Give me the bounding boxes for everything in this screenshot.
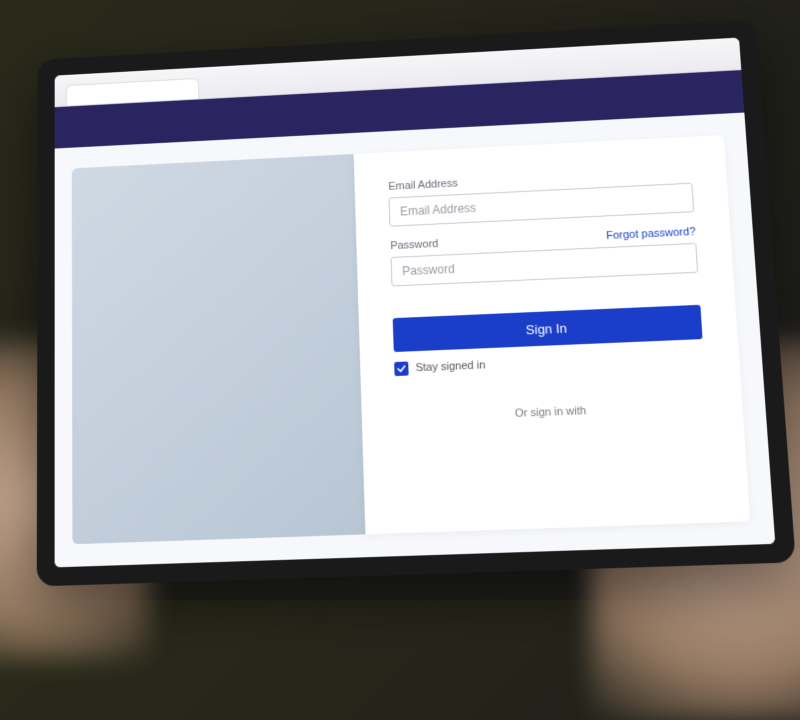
login-card: Email Address Password Forgot password? … — [354, 135, 751, 534]
alt-signin-divider: Or sign in with — [396, 400, 707, 424]
content-area: Email Address Password Forgot password? … — [55, 113, 776, 568]
forgot-password-link[interactable]: Forgot password? — [606, 226, 696, 242]
stay-signed-in-label[interactable]: Stay signed in — [415, 359, 485, 374]
tablet-screen: Email Address Password Forgot password? … — [55, 38, 776, 568]
stay-signed-in-checkbox[interactable] — [394, 361, 409, 376]
password-group: Password Forgot password? — [390, 226, 698, 287]
check-icon — [396, 364, 406, 374]
sign-in-button[interactable]: Sign In — [393, 305, 703, 352]
hero-panel — [72, 154, 366, 544]
email-group: Email Address — [388, 166, 694, 227]
stay-signed-in-row: Stay signed in — [394, 349, 704, 376]
password-label: Password — [390, 238, 438, 252]
tablet-device-frame: Email Address Password Forgot password? … — [37, 19, 796, 586]
